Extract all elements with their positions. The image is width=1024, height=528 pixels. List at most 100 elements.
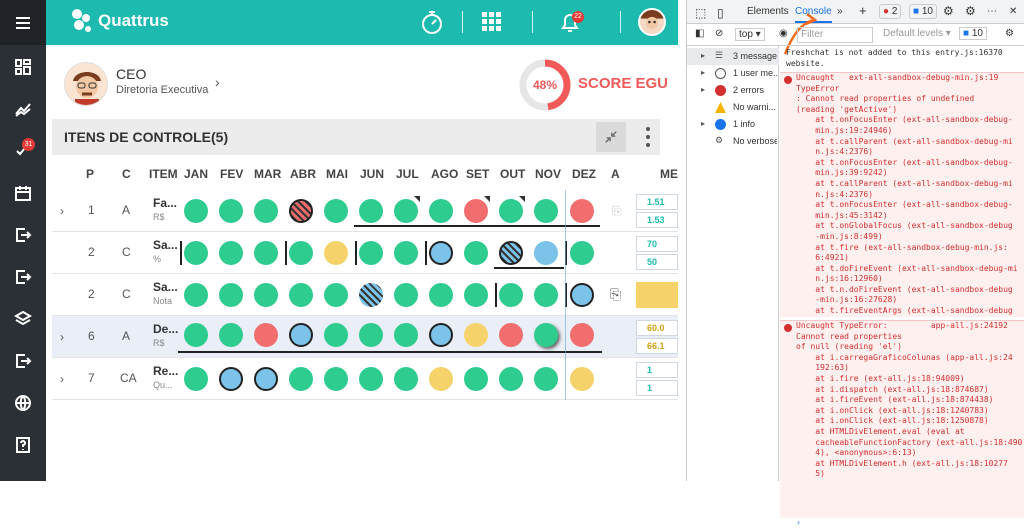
row-item-name[interactable]: Sa... [153,238,178,252]
expand-chevron-icon[interactable]: › [60,204,64,218]
status-dot[interactable] [429,241,453,265]
status-dot[interactable] [499,323,523,347]
issues-counter[interactable]: ■ 10 [959,27,987,40]
status-dot[interactable] [464,323,488,347]
status-dot[interactable] [534,367,558,391]
user-avatar[interactable] [638,8,666,36]
context-select[interactable]: top ▾ [735,28,765,41]
layers-icon[interactable] [0,298,46,340]
export-icon-2[interactable] [0,256,46,298]
status-dot[interactable] [184,241,208,265]
status-dot[interactable] [289,283,313,307]
status-dot[interactable] [534,283,558,307]
dashboard-icon[interactable] [0,46,46,88]
status-dot[interactable] [429,323,453,347]
close-icon[interactable]: ✕ [1009,6,1017,17]
status-dot[interactable] [570,241,594,265]
grid-apps-icon[interactable] [478,8,506,36]
table-row[interactable]: 2 C Sa... % 70 50 [52,232,678,274]
console-message-error[interactable]: Uncaught TypeError: app-all.js:24192 Can… [780,320,1024,518]
table-row[interactable]: 2 C Sa... Nota ⎘ [52,274,678,316]
status-dot[interactable] [324,283,348,307]
status-dot[interactable] [499,241,523,265]
device-icon[interactable]: ▯ [717,6,724,20]
row-item-name[interactable]: Sa... [153,280,178,294]
levels-dropdown[interactable]: Default levels ▾ [883,28,951,39]
side-messages[interactable]: ▸ ☰ 3 messages [687,48,779,65]
console-message-error[interactable]: Uncaught ext-all-sandbox-debug-min.js:19… [780,72,1024,317]
status-dot[interactable] [184,323,208,347]
status-dot[interactable] [359,367,383,391]
status-dot[interactable] [219,367,243,391]
side-user-messages[interactable]: ▸ 1 user me... [687,65,779,82]
status-dot[interactable] [289,199,313,223]
inspect-icon[interactable]: ⬚ [695,6,706,20]
globe-icon[interactable] [0,382,46,424]
stopwatch-icon[interactable] [418,8,446,36]
row-item-name[interactable]: De... [153,322,178,336]
status-dot[interactable] [429,199,453,223]
settings-gear-icon[interactable]: ⚙ [943,4,954,18]
status-dot[interactable] [324,367,348,391]
status-dot[interactable] [254,323,278,347]
status-dot[interactable] [289,367,313,391]
status-dot[interactable] [219,323,243,347]
attachment-icon[interactable]: ⎘ [612,204,622,219]
filter-input[interactable]: Filter [797,27,873,43]
status-dot[interactable] [570,367,594,391]
status-dot[interactable] [464,199,488,223]
customize-icon[interactable]: ⚙ [965,4,976,18]
status-dot[interactable] [534,323,558,347]
status-dot[interactable] [289,241,313,265]
paperclip-icon[interactable]: ⎘ [610,286,621,303]
status-dot[interactable] [359,199,383,223]
status-dot[interactable] [184,199,208,223]
more-tabs-icon[interactable]: » [837,6,843,17]
status-dot[interactable] [324,199,348,223]
row-item-name[interactable]: Re... [153,364,178,378]
status-dot[interactable] [184,283,208,307]
status-dot[interactable] [394,241,418,265]
status-dot[interactable] [464,241,488,265]
trend-icon[interactable] [0,88,46,130]
status-dot[interactable] [499,367,523,391]
collapse-button[interactable] [596,122,626,152]
status-dot[interactable] [254,241,278,265]
status-dot[interactable] [394,283,418,307]
status-dot[interactable] [570,199,594,223]
console-prompt[interactable]: › [780,518,1024,528]
status-dot[interactable] [394,367,418,391]
expand-chevron-icon[interactable]: › [60,330,64,344]
status-dot[interactable] [359,323,383,347]
tasks-icon[interactable]: 31 [0,130,46,172]
help-icon[interactable] [0,424,46,466]
status-dot[interactable] [219,241,243,265]
side-verbose[interactable]: ⚙ No verbose [687,133,779,150]
chevron-right-icon[interactable]: › [215,74,220,90]
status-dot[interactable] [254,283,278,307]
status-dot[interactable] [570,323,594,347]
status-dot[interactable] [254,367,278,391]
status-dot[interactable] [219,283,243,307]
status-dot[interactable] [359,283,383,307]
status-dot[interactable] [464,367,488,391]
side-warnings[interactable]: No warni... [687,99,779,116]
export-icon-1[interactable] [0,214,46,256]
status-dot[interactable] [359,241,383,265]
eye-icon[interactable]: ◉ [779,28,788,39]
table-row[interactable]: › 7 CA Re... Qu... 1 1 [52,358,678,400]
status-dot[interactable] [289,323,313,347]
more-vert-icon[interactable]: ⋯ [987,6,997,17]
status-dot[interactable] [429,283,453,307]
status-dot[interactable] [394,323,418,347]
status-dot[interactable] [499,283,523,307]
calendar-icon[interactable] [0,172,46,214]
status-dot[interactable] [324,241,348,265]
side-errors[interactable]: ▸ 2 errors [687,82,779,99]
status-dot[interactable] [219,199,243,223]
status-dot[interactable] [534,199,558,223]
status-dot[interactable] [429,367,453,391]
more-options-icon[interactable] [640,125,656,149]
clear-console-icon[interactable]: ⊘ [715,28,723,39]
side-info[interactable]: ▸ 1 info [687,116,779,133]
